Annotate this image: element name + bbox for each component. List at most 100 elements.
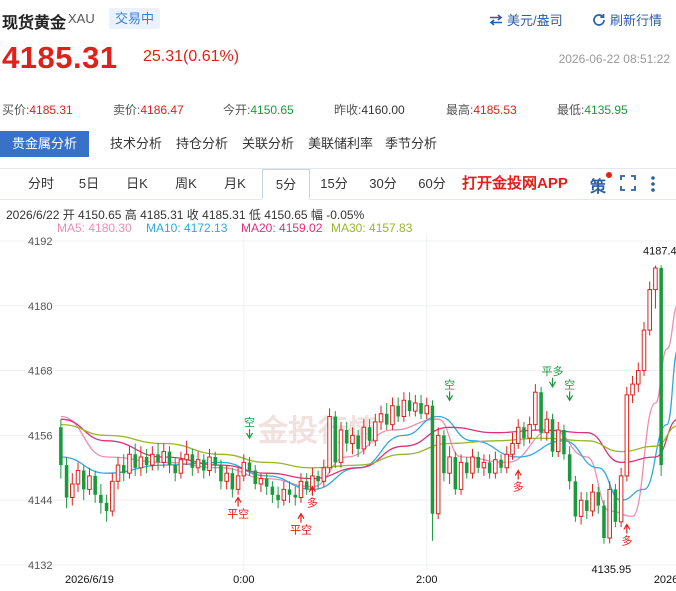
candle-body bbox=[555, 429, 561, 453]
x-tick-label: 2:00 bbox=[416, 574, 437, 586]
signal-label: 多 bbox=[307, 496, 318, 510]
open-app-link[interactable]: 打开金投网APP bbox=[462, 169, 568, 199]
candle-body bbox=[127, 453, 132, 474]
candle-body bbox=[184, 453, 189, 461]
period-5day[interactable]: 5日 bbox=[66, 169, 112, 199]
candle-body bbox=[641, 329, 647, 372]
candle-body bbox=[99, 494, 103, 503]
signal-label: 空 bbox=[444, 377, 455, 391]
signal-label: 平空 bbox=[290, 523, 312, 537]
candle-body bbox=[430, 405, 435, 514]
candle-body bbox=[70, 483, 75, 498]
candle-body bbox=[384, 413, 389, 425]
candle-body bbox=[144, 457, 149, 466]
candle-body bbox=[442, 435, 446, 474]
x-tick-label: 2026/6/22 bbox=[654, 574, 676, 586]
candle-body bbox=[618, 475, 624, 523]
tab-technical[interactable]: 技术分析 bbox=[110, 131, 162, 157]
candle-body bbox=[367, 427, 372, 441]
period-daily[interactable]: 日K bbox=[114, 169, 160, 199]
candle-body bbox=[419, 403, 423, 414]
candle-body bbox=[573, 481, 578, 517]
tab-seasonal[interactable]: 季节分析 bbox=[385, 131, 437, 157]
candle-body bbox=[81, 470, 86, 490]
fullscreen-icon[interactable] bbox=[620, 175, 636, 196]
candle-body bbox=[522, 427, 526, 439]
refresh-icon bbox=[592, 13, 606, 27]
candle-body bbox=[150, 453, 155, 466]
candle-body bbox=[241, 461, 247, 477]
candle-body bbox=[202, 459, 206, 471]
candle-body bbox=[270, 486, 275, 495]
period-weekly[interactable]: 周K bbox=[163, 169, 209, 199]
status-badge: 交易中 bbox=[109, 8, 161, 29]
signal-label: 平空 bbox=[227, 507, 249, 521]
period-15min[interactable]: 15分 bbox=[311, 169, 357, 199]
candle-body bbox=[504, 453, 510, 469]
y-tick-label: 4144 bbox=[28, 495, 52, 507]
page-title: 现货黄金 bbox=[2, 15, 67, 32]
candle-body bbox=[544, 418, 550, 434]
header: 现货黄金 XAU 交易中 美元/盎司 刷新行情 bbox=[0, 0, 676, 40]
candle-body bbox=[235, 475, 241, 490]
quote-high: 最高:4185.53 bbox=[446, 103, 517, 117]
period-60min[interactable]: 60分 bbox=[408, 169, 456, 199]
candle-body bbox=[104, 502, 109, 511]
y-tick-label: 4132 bbox=[28, 560, 52, 572]
candle-body bbox=[247, 462, 252, 471]
symbol-label: XAU bbox=[68, 11, 95, 26]
signal-arrow-up bbox=[623, 523, 631, 534]
tab-precious-metals[interactable]: 贵金属分析 bbox=[0, 131, 90, 157]
candle-body bbox=[539, 392, 543, 433]
candle-body bbox=[550, 419, 555, 452]
candle-body bbox=[413, 402, 418, 412]
candle-body bbox=[59, 427, 63, 466]
candle-body bbox=[316, 475, 320, 482]
candle-body bbox=[333, 416, 338, 463]
period-intraday[interactable]: 分时 bbox=[18, 169, 64, 199]
candle-body bbox=[567, 454, 572, 482]
quote-ask: 卖价:4186.47 bbox=[113, 103, 184, 117]
currency-unit-link[interactable]: 美元/盎司 bbox=[489, 10, 563, 29]
candle-body bbox=[361, 426, 367, 450]
candle-body bbox=[207, 456, 212, 471]
period-30min[interactable]: 30分 bbox=[359, 169, 407, 199]
candle-body bbox=[224, 472, 229, 482]
period-monthly[interactable]: 月K bbox=[212, 169, 258, 199]
candle-body bbox=[338, 429, 344, 463]
candle-body bbox=[630, 383, 635, 396]
signal-arrow-down bbox=[566, 391, 574, 402]
candle-body bbox=[161, 451, 167, 463]
candle-body bbox=[173, 465, 177, 474]
period-5min[interactable]: 5分 bbox=[262, 169, 310, 200]
signal-label: 多 bbox=[621, 534, 632, 548]
y-tick-label: 4180 bbox=[28, 301, 52, 313]
candle-body bbox=[636, 370, 641, 385]
candle-body bbox=[464, 462, 469, 474]
period-bar: 分时 5日 日K 周K 月K 5分 15分 30分 60分 打开金投网APP 策 bbox=[0, 168, 676, 200]
candle-body bbox=[476, 457, 480, 468]
candle-body bbox=[396, 405, 400, 417]
candle-body bbox=[258, 478, 264, 485]
candle-body bbox=[93, 475, 97, 495]
strategy-button[interactable]: 策 bbox=[590, 172, 613, 197]
kline-chart[interactable]: 4192 4180 4168 4156 4144 4132 金投行情空平空 平空多空多平多空多… bbox=[0, 233, 676, 591]
signal-arrow-up bbox=[514, 469, 522, 480]
refresh-link[interactable]: 刷新行情 bbox=[592, 10, 662, 29]
candle-body bbox=[390, 405, 395, 426]
signal-arrow-up bbox=[297, 512, 305, 523]
candle-body bbox=[499, 459, 503, 468]
signal-arrow-down bbox=[446, 391, 454, 402]
candle-body bbox=[287, 489, 292, 495]
candle-body bbox=[596, 492, 601, 506]
tab-positions[interactable]: 持仓分析 bbox=[176, 131, 228, 157]
x-tick-label: 0:00 bbox=[233, 574, 254, 586]
candle-body bbox=[115, 464, 121, 482]
candle-body bbox=[659, 268, 663, 466]
candle-body bbox=[653, 267, 658, 291]
candle-body bbox=[190, 454, 195, 468]
more-icon[interactable] bbox=[650, 175, 656, 198]
tab-fed-rate[interactable]: 美联储利率 bbox=[308, 131, 373, 157]
tab-correlation[interactable]: 关联分析 bbox=[242, 131, 294, 157]
analysis-tabs: 贵金属分析 技术分析 持仓分析 关联分析 美联储利率 季节分析 bbox=[0, 131, 676, 157]
